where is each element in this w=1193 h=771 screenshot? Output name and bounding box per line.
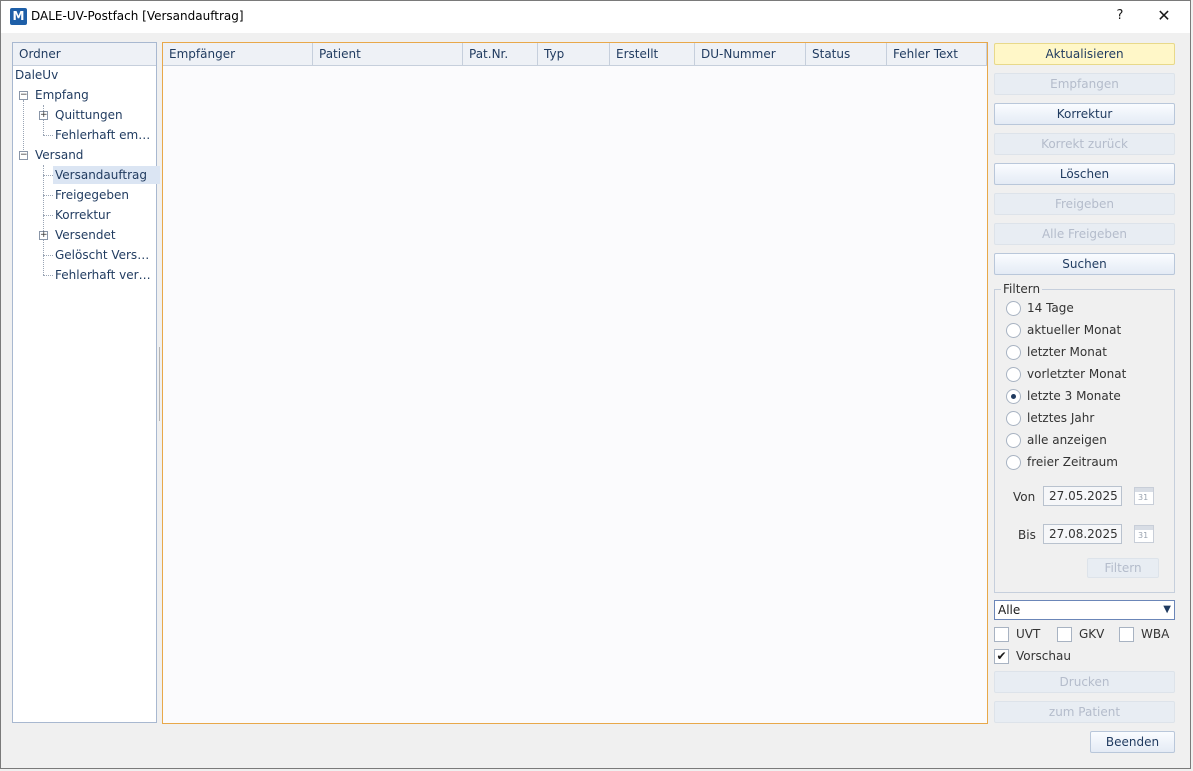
radio-label: letzter Monat [1027,345,1107,359]
radio-alle-anzeigen[interactable] [1006,433,1021,448]
radio-label: vorletzter Monat [1027,367,1127,381]
select-value: Alle [998,603,1021,617]
tree-item-versand[interactable]: Versand [35,146,83,164]
radio-label: letzte 3 Monate [1027,389,1121,403]
gkv-checkbox[interactable] [1057,627,1072,642]
tree-item-korrektur[interactable]: Korrektur [55,206,111,224]
korrekt-zurueck-button[interactable]: Korrekt zurück [994,133,1175,155]
radio-label: aktueller Monat [1027,323,1122,337]
drucken-button[interactable]: Drucken [994,671,1175,693]
chevron-down-icon: ▼ [1163,604,1171,615]
tree-connector [43,135,53,136]
tree-connector [43,195,53,196]
radio-label: 14 Tage [1027,301,1074,315]
calendar-icon[interactable]: 31 [1134,525,1154,543]
tree-connector [43,175,53,176]
tree-item-freigegeben[interactable]: Freigegeben [55,186,129,204]
calendar-day: 31 [1138,493,1149,502]
close-button[interactable]: ✕ [1153,5,1175,27]
radio-label: letztes Jahr [1027,411,1095,425]
collapse-icon[interactable]: − [19,91,28,100]
expand-icon[interactable]: + [39,231,48,240]
calendar-icon[interactable]: 31 [1134,487,1154,505]
tree-item-fehlerhaft-empfangen[interactable]: Fehlerhaft empfangen [55,126,151,144]
uvt-checkbox[interactable] [994,627,1009,642]
vorschau-checkbox[interactable]: ✔ [994,649,1009,664]
column-header-fehler-text[interactable]: Fehler Text [887,43,987,65]
tree-item-daleuv[interactable]: DaleUv [15,66,58,84]
loeschen-button[interactable]: Löschen [994,163,1175,185]
calendar-day: 31 [1138,531,1149,540]
tree-item-empfang[interactable]: Empfang [35,86,89,104]
von-date-field[interactable]: 27.05.2025 [1043,486,1122,506]
grid-header: Empfänger Patient Pat.Nr. Typ Erstellt D… [163,43,987,66]
tree-item-quittungen[interactable]: Quittungen [55,106,123,124]
bis-label: Bis [1018,528,1036,542]
beenden-button[interactable]: Beenden [1090,731,1175,753]
filtern-button[interactable]: Filtern [1087,558,1159,578]
tree-connector [43,215,53,216]
zum-patient-button[interactable]: zum Patient [994,701,1175,723]
tree-item-fehlerhaft-versendet[interactable]: Fehlerhaft versendet [55,266,153,284]
wba-checkbox[interactable] [1119,627,1134,642]
app-logo-icon: M [10,8,27,25]
uvt-label: UVT [1016,627,1041,641]
help-button[interactable]: ? [1109,5,1131,27]
bis-date-field[interactable]: 27.08.2025 [1043,524,1122,544]
von-label: Von [1013,490,1036,504]
alle-freigeben-button[interactable]: Alle Freigeben [994,223,1175,245]
filter-legend: Filtern [1001,282,1043,296]
tree-connector [43,255,53,256]
suchen-button[interactable]: Suchen [994,253,1175,275]
column-header-status[interactable]: Status [806,43,887,65]
column-header-erstellt[interactable]: Erstellt [610,43,695,65]
radio-14-tage[interactable] [1006,301,1021,316]
folder-tree[interactable]: Ordner DaleUv − Empfang + Quittungen Feh… [12,42,160,723]
korrektur-button[interactable]: Korrektur [994,103,1175,125]
expand-icon[interactable]: + [39,111,48,120]
radio-label: freier Zeitraum [1027,455,1118,469]
collapse-icon[interactable]: − [19,151,28,160]
title-bar: M DALE-UV-Postfach [Versandauftrag] ? ✕ [1,1,1190,33]
message-grid[interactable]: Empfänger Patient Pat.Nr. Typ Erstellt D… [162,42,988,724]
radio-letzter-monat[interactable] [1006,345,1021,360]
aktualisieren-button[interactable]: Aktualisieren [994,43,1175,65]
window-title: DALE-UV-Postfach [Versandauftrag] [31,9,244,23]
tree-header: Ordner [13,43,156,66]
gkv-label: GKV [1079,627,1105,641]
column-header-pat-nr[interactable]: Pat.Nr. [463,43,538,65]
column-header-empfaenger[interactable]: Empfänger [163,43,313,65]
radio-vorletzter-monat[interactable] [1006,367,1021,382]
column-header-typ[interactable]: Typ [538,43,610,65]
vorschau-label: Vorschau [1016,649,1071,663]
radio-label: alle anzeigen [1027,433,1107,447]
wba-label: WBA [1141,627,1170,641]
freigeben-button[interactable]: Freigeben [994,193,1175,215]
empfangen-button[interactable]: Empfangen [994,73,1175,95]
column-header-du-nummer[interactable]: DU-Nummer [695,43,806,65]
radio-freier-zeitraum[interactable] [1006,455,1021,470]
tree-connector [43,275,53,276]
tree-item-geloescht-versandauftrag[interactable]: Gelöscht Versandauftrag [55,246,153,264]
tree-connector [43,165,44,275]
radio-aktueller-monat[interactable] [1006,323,1021,338]
radio-letzte-3-monate[interactable] [1006,389,1021,404]
tree-item-versendet[interactable]: Versendet [55,226,116,244]
radio-letztes-jahr[interactable] [1006,411,1021,426]
column-header-patient[interactable]: Patient [313,43,463,65]
tree-item-versandauftrag[interactable]: Versandauftrag [53,166,160,184]
kostentraeger-select[interactable]: Alle ▼ [994,600,1175,620]
